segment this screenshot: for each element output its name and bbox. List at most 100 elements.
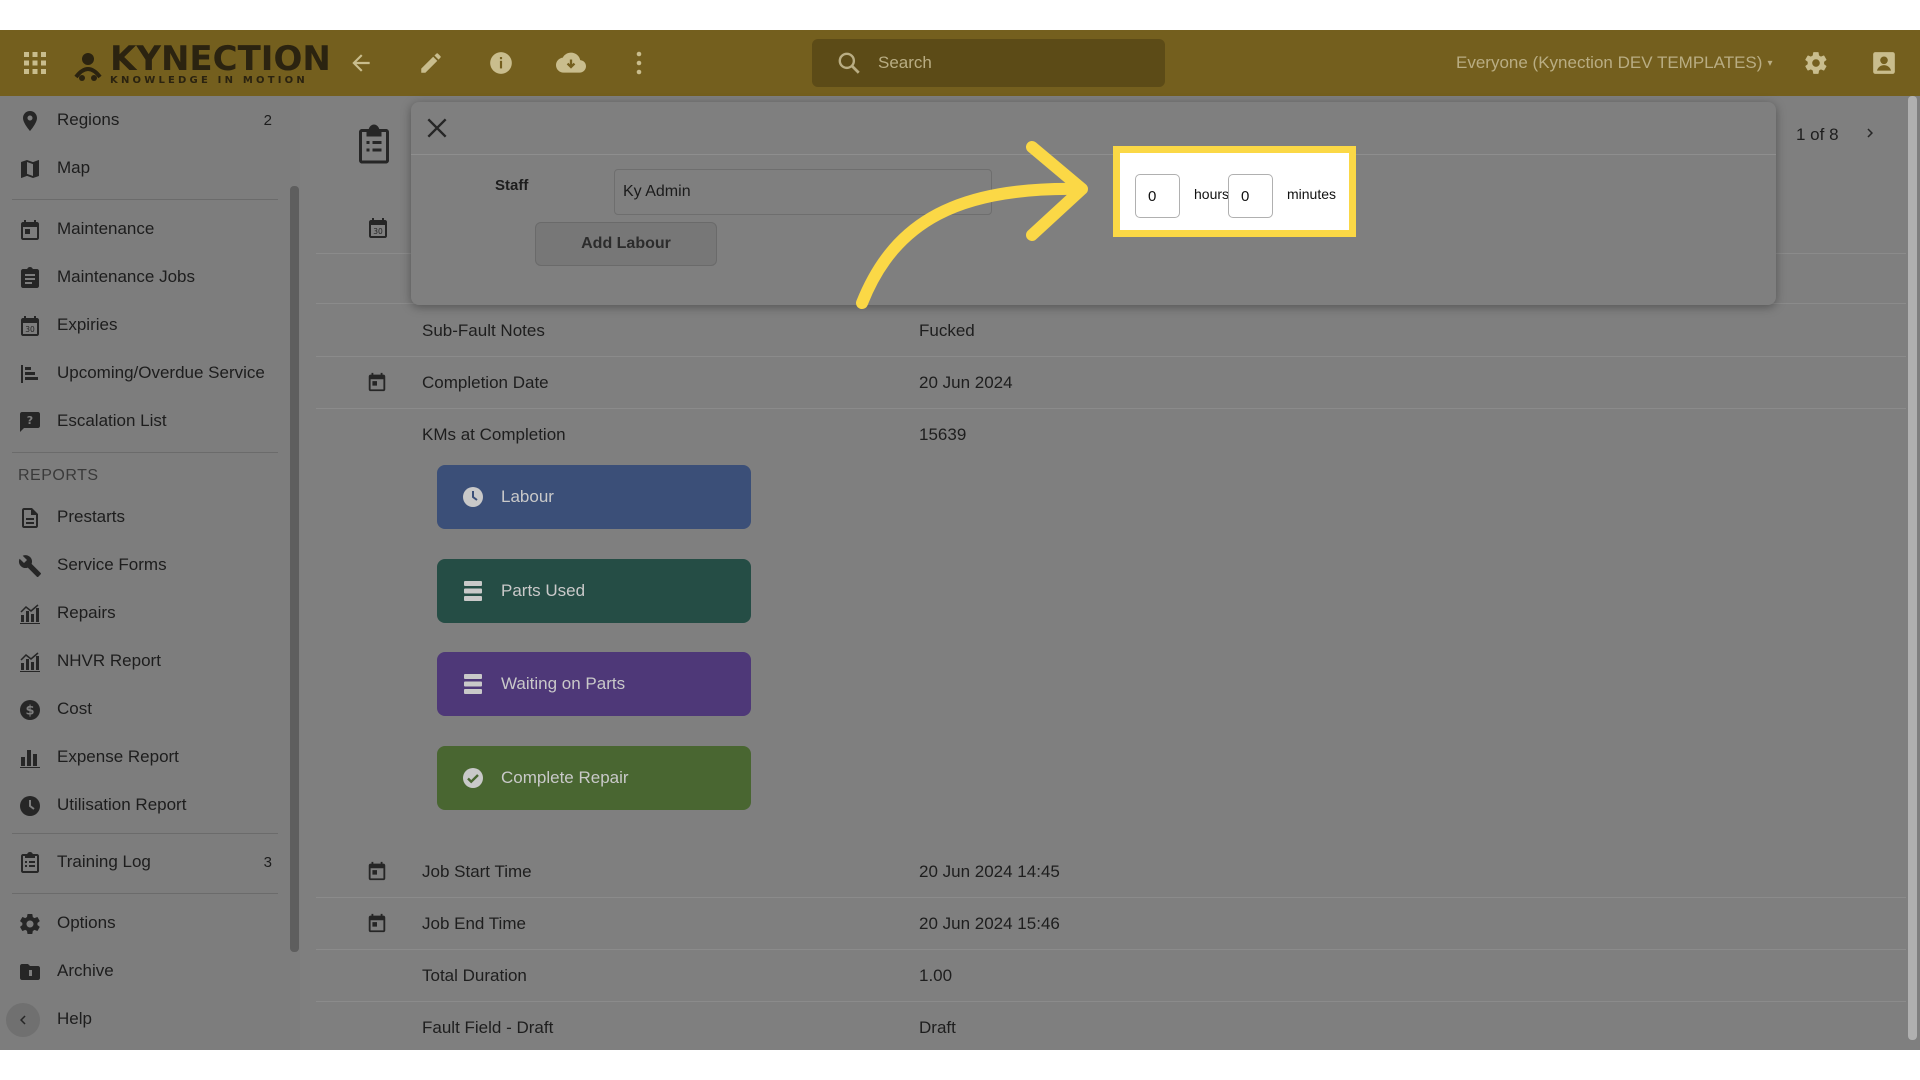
gear-icon[interactable] (1800, 30, 1832, 96)
minutes-unit: minutes (1287, 186, 1337, 202)
logo-tagline: KNOWLEDGE IN MOTION (110, 75, 308, 86)
sidebar-item-cost[interactable]: $ Cost (0, 685, 290, 733)
back-arrow-icon[interactable] (346, 30, 376, 96)
sidebar-item-escalation-list[interactable]: ? Escalation List (0, 397, 290, 445)
add-labour-button[interactable]: Add Labour (535, 222, 717, 266)
detail-row-sub-fault-notes: Sub-Fault Notes Fucked (316, 305, 1906, 357)
sidebar-item-label: Expense Report (57, 747, 179, 766)
complete-repair-button[interactable]: Complete Repair (437, 746, 751, 810)
sidebar-item-label: NHVR Report (57, 651, 161, 670)
calendar-icon[interactable] (366, 912, 388, 934)
action-label: Labour (501, 487, 554, 506)
sidebar-item-label: Options (57, 913, 116, 932)
pencil-icon[interactable] (416, 30, 446, 96)
sidebar-item-label: Cost (57, 699, 92, 718)
clipboard-icon (356, 122, 392, 166)
main-scrollbar[interactable] (1908, 96, 1917, 1040)
sidebar-item-help[interactable]: Help (0, 995, 290, 1043)
detail-label: Job End Time (422, 914, 526, 933)
sidebar-item-map[interactable]: Map (0, 144, 290, 192)
close-icon[interactable] (424, 115, 450, 141)
cloud-download-icon[interactable] (554, 30, 588, 96)
logo-wordmark: KYNECTION (110, 39, 331, 79)
scope-selector[interactable]: Everyone (Kynection DEV TEMPLATES) ▾ (1456, 30, 1772, 96)
minutes-input[interactable]: 0 (1228, 174, 1273, 218)
sidebar-divider (12, 893, 278, 894)
sidebar-divider (12, 833, 278, 834)
sidebar-item-label: Training Log (57, 852, 151, 871)
archive-icon (18, 960, 42, 984)
clipboard-icon (18, 266, 42, 290)
hours-value: 0 (1148, 187, 1157, 205)
duration-highlight: 0 hours 0 minutes (1113, 146, 1356, 237)
bar-chart-icon (18, 650, 42, 674)
calendar-icon[interactable] (366, 860, 388, 882)
map-icon (18, 157, 42, 181)
sidebar-item-label: Escalation List (57, 411, 167, 430)
timeline-icon (18, 362, 42, 386)
waiting-on-parts-button[interactable]: Waiting on Parts (437, 652, 751, 716)
wrench-icon (18, 554, 42, 578)
detail-row-kms-at-completion: KMs at Completion 15639 (316, 409, 1906, 461)
location-pin-icon (18, 109, 42, 133)
sidebar-item-label: Maintenance Jobs (57, 267, 195, 286)
sidebar-item-options[interactable]: Options (0, 899, 290, 947)
sidebar-item-service-forms[interactable]: Service Forms (0, 541, 290, 589)
parts-used-button[interactable]: Parts Used (437, 559, 751, 623)
scope-label: Everyone (Kynection DEV TEMPLATES) (1456, 53, 1763, 72)
check-circle-icon (461, 766, 485, 790)
detail-value: 20 Jun 2024 14:45 (919, 862, 1060, 881)
detail-label: Total Duration (422, 966, 527, 985)
action-label: Parts Used (501, 581, 586, 600)
sidebar-divider (12, 452, 278, 453)
bar-chart-icon (18, 602, 42, 626)
sidebar-item-label: Archive (57, 961, 114, 980)
sidebar-item-utilisation-report[interactable]: Utilisation Report (0, 781, 290, 829)
action-label: Waiting on Parts (501, 674, 626, 693)
sidebar-item-regions[interactable]: Regions 2 (0, 96, 290, 144)
kynection-logo[interactable]: KYNECTION KNOWLEDGE IN MOTION (70, 39, 331, 86)
sidebar-item-upcoming-overdue-service[interactable]: Upcoming/Overdue Service (0, 349, 290, 397)
sidebar-item-expense-report[interactable]: Expense Report (0, 733, 290, 781)
training-log-count-badge: 3 (263, 853, 272, 871)
sidebar-item-maintenance[interactable]: Maintenance (0, 205, 290, 253)
sidebar-item-nhvr-report[interactable]: NHVR Report (0, 637, 290, 685)
account-icon[interactable] (1868, 30, 1900, 96)
detail-value: 20 Jun 2024 (919, 373, 1013, 392)
info-icon[interactable] (486, 30, 516, 96)
detail-label: KMs at Completion (422, 425, 566, 444)
detail-value: Fucked (919, 321, 975, 340)
clock-icon (18, 794, 42, 818)
search-input[interactable]: Search (812, 39, 1165, 87)
sidebar-item-prestarts[interactable]: Prestarts (0, 493, 290, 541)
reports-heading: REPORTS (18, 467, 99, 484)
dollar-icon: $ (18, 698, 42, 722)
sidebar-item-maintenance-jobs[interactable]: Maintenance Jobs (0, 253, 290, 301)
logo-mark-icon (74, 53, 102, 81)
staff-label: Staff (495, 177, 529, 194)
hours-input[interactable]: 0 (1135, 174, 1180, 218)
chevron-right-icon[interactable] (1861, 124, 1879, 147)
detail-row-fault-field-draft: Fault Field - Draft Draft (316, 1002, 1906, 1050)
calendar-icon (18, 218, 42, 242)
sidebar-item-label: Expiries (57, 315, 118, 334)
annotation-arrow-icon (856, 141, 1088, 309)
calendar-30-icon: 30 (366, 216, 390, 240)
pager: 1 of 8 (1796, 124, 1879, 147)
sidebar-item-training-log[interactable]: Training Log 3 (0, 838, 290, 886)
search-placeholder: Search (878, 53, 932, 72)
sidebar-item-archive[interactable]: Archive (0, 947, 290, 995)
sidebar-item-label: Service Forms (57, 555, 167, 574)
search-icon (836, 50, 862, 76)
more-vert-icon[interactable] (628, 30, 650, 96)
sidebar-item-repairs[interactable]: Repairs (0, 589, 290, 637)
detail-label: Fault Field - Draft (422, 1018, 554, 1037)
calendar-icon[interactable] (366, 371, 388, 393)
sidebar-item-expiries[interactable]: 30 Expiries (0, 301, 290, 349)
apps-grid-icon[interactable] (18, 30, 52, 96)
labour-button[interactable]: Labour (437, 465, 751, 529)
list-icon (461, 579, 485, 603)
sidebar-item-label: Map (57, 158, 91, 177)
detail-value: 1.00 (919, 966, 953, 985)
sidebar-scrollbar[interactable] (290, 186, 299, 952)
